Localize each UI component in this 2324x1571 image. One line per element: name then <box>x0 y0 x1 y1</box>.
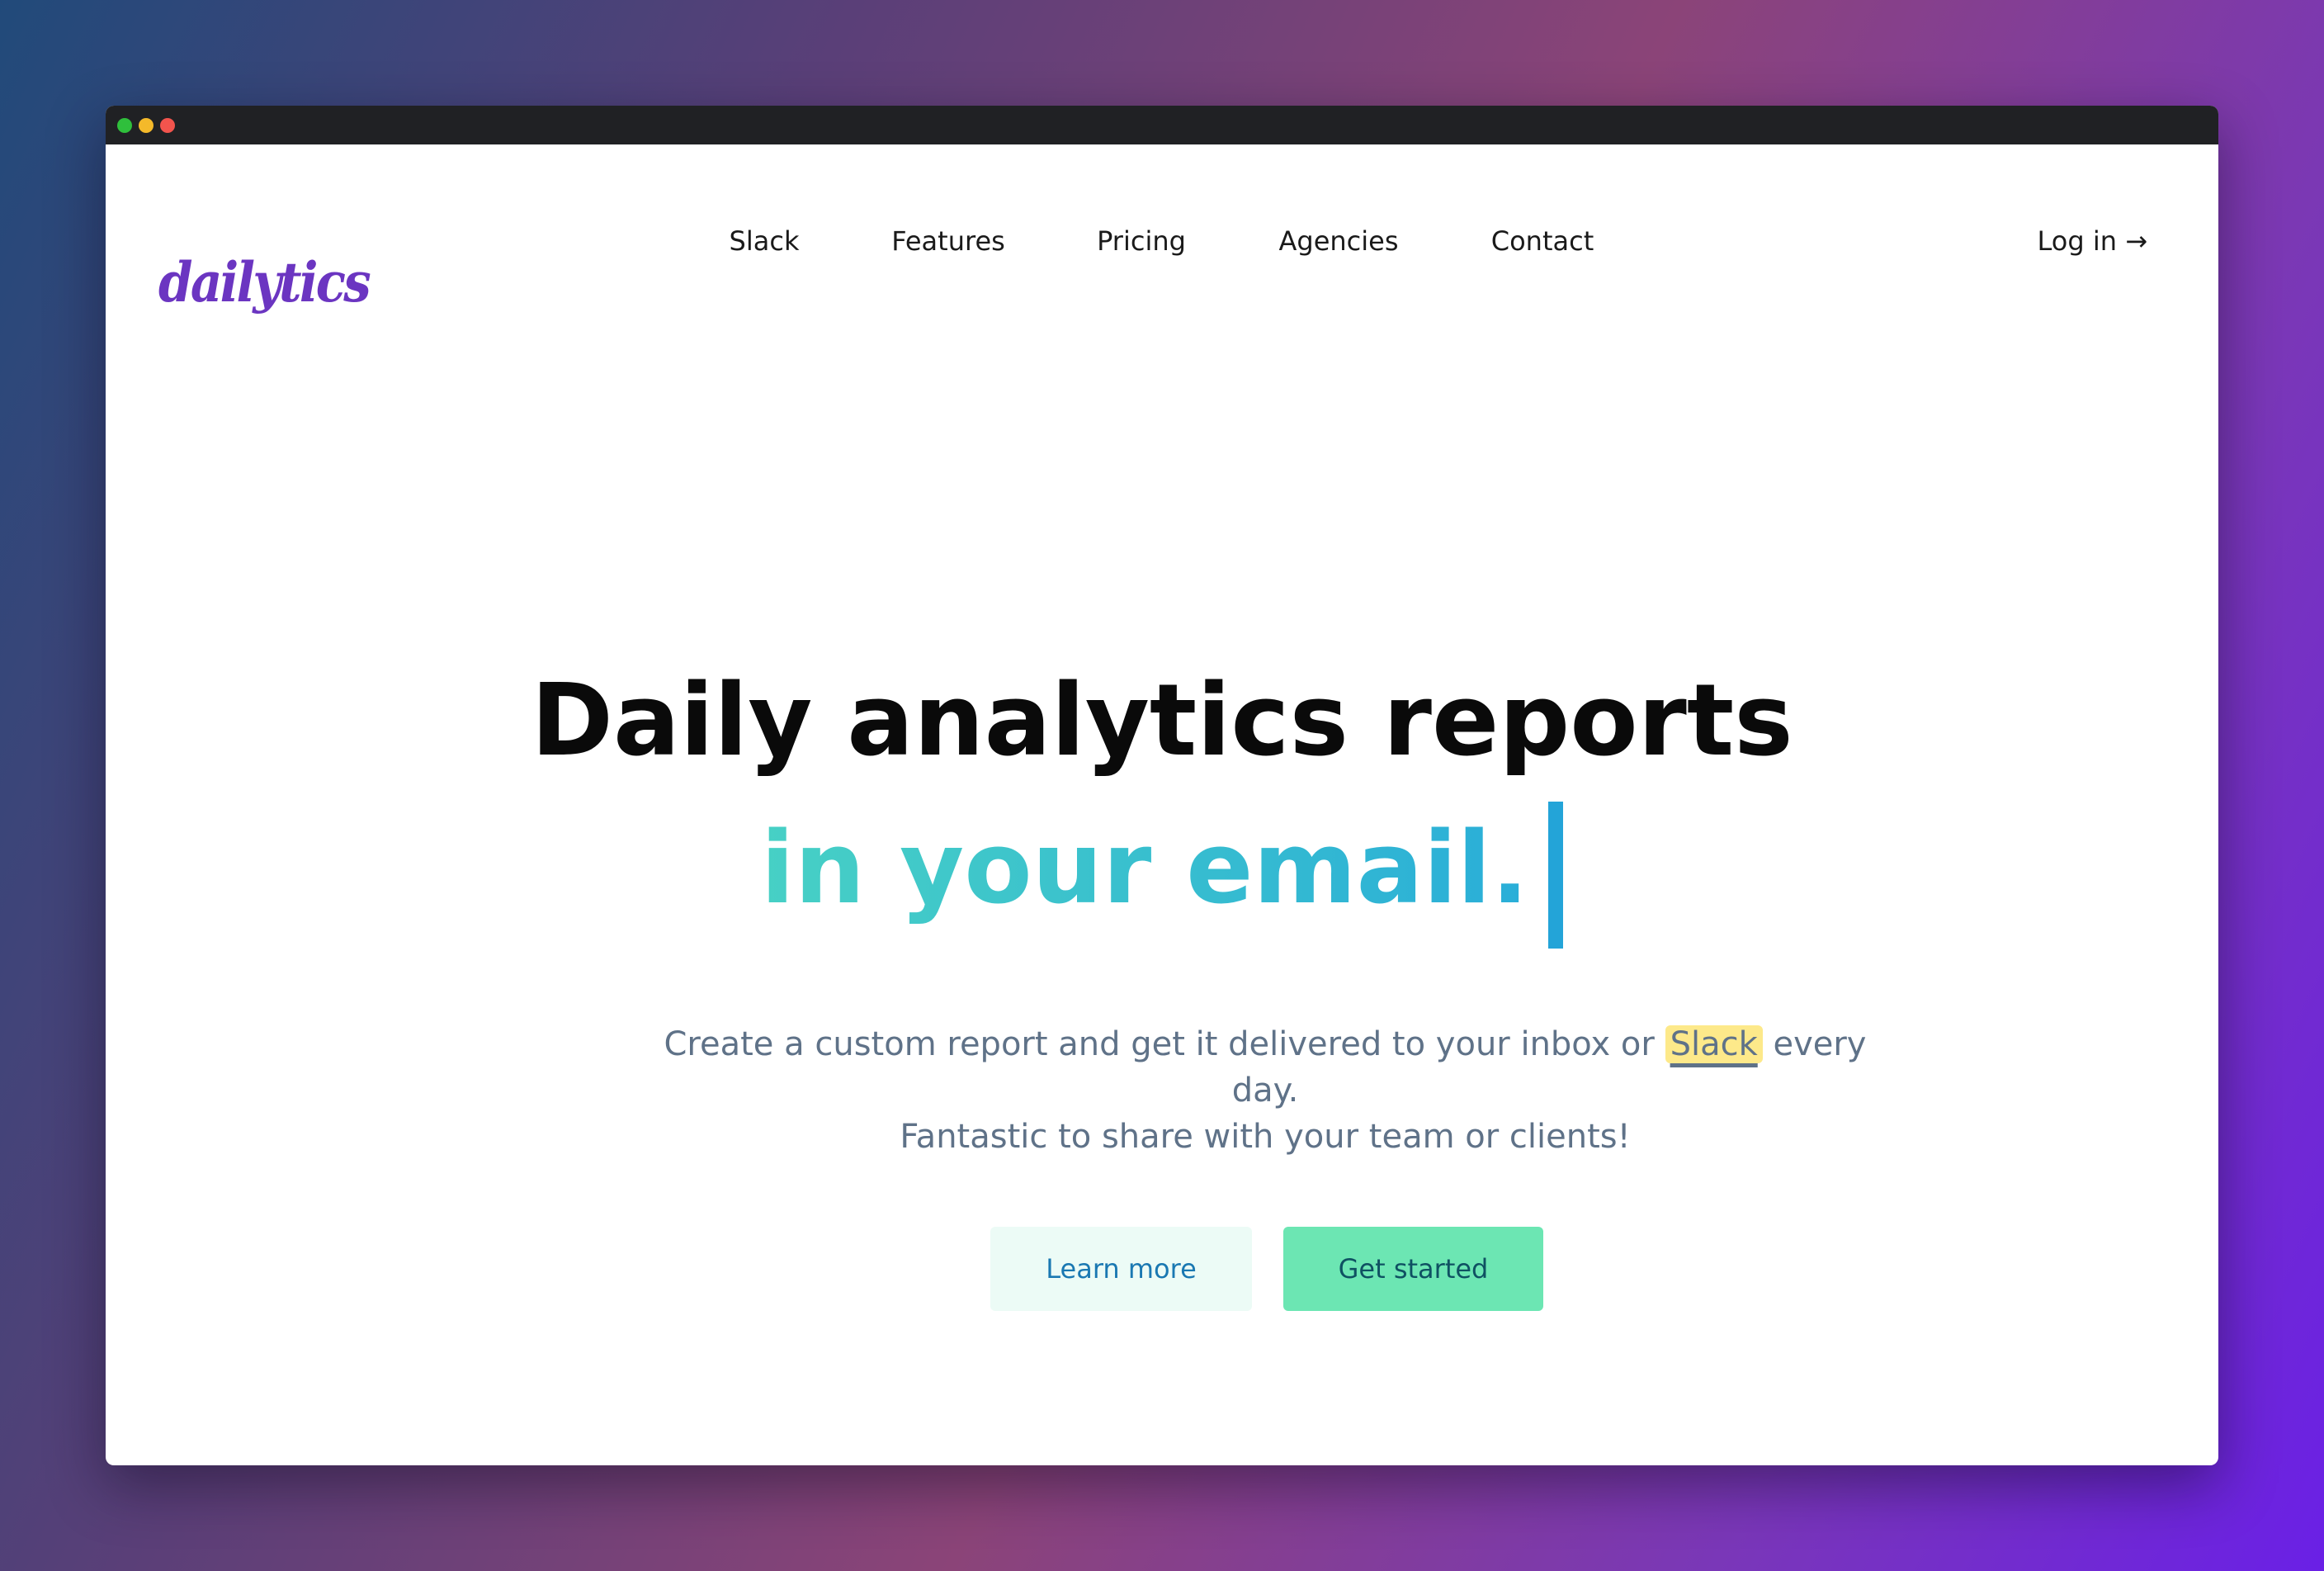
subtitle-text-start: Create a custom report and get it delive… <box>664 1025 1665 1063</box>
get-started-button[interactable]: Get started <box>1283 1227 1543 1311</box>
window-close-button[interactable] <box>160 118 175 133</box>
window-minimize-button[interactable] <box>139 118 154 133</box>
window-titlebar <box>106 106 2218 144</box>
slack-highlight-link[interactable]: Slack <box>1665 1025 1763 1063</box>
hero-typed-line: in your email. <box>106 802 2218 949</box>
typing-cursor <box>1548 802 1564 949</box>
nav-item-contact[interactable]: Contact <box>1491 223 1594 259</box>
learn-more-button[interactable]: Learn more <box>990 1227 1252 1311</box>
nav-item-features[interactable]: Features <box>891 223 1005 259</box>
nav-item-pricing[interactable]: Pricing <box>1097 223 1186 259</box>
nav-item-agencies[interactable]: Agencies <box>1278 223 1398 259</box>
dailytics-logo[interactable]: dailytics <box>158 255 371 310</box>
hero-typed-text: in your email. <box>760 811 1529 926</box>
login-link[interactable]: Log in → <box>2038 223 2147 259</box>
nav-item-slack[interactable]: Slack <box>730 223 800 259</box>
subtitle-line-2: Fantastic to share with your team or cli… <box>900 1118 1631 1156</box>
hero-headline: Daily analytics reports <box>531 664 1793 778</box>
browser-window: dailytics Slack Features Pricing Agencie… <box>106 106 2218 1465</box>
window-maximize-button[interactable] <box>117 118 132 133</box>
hero-subtitle: Create a custom report and get it delive… <box>634 1021 1897 1160</box>
